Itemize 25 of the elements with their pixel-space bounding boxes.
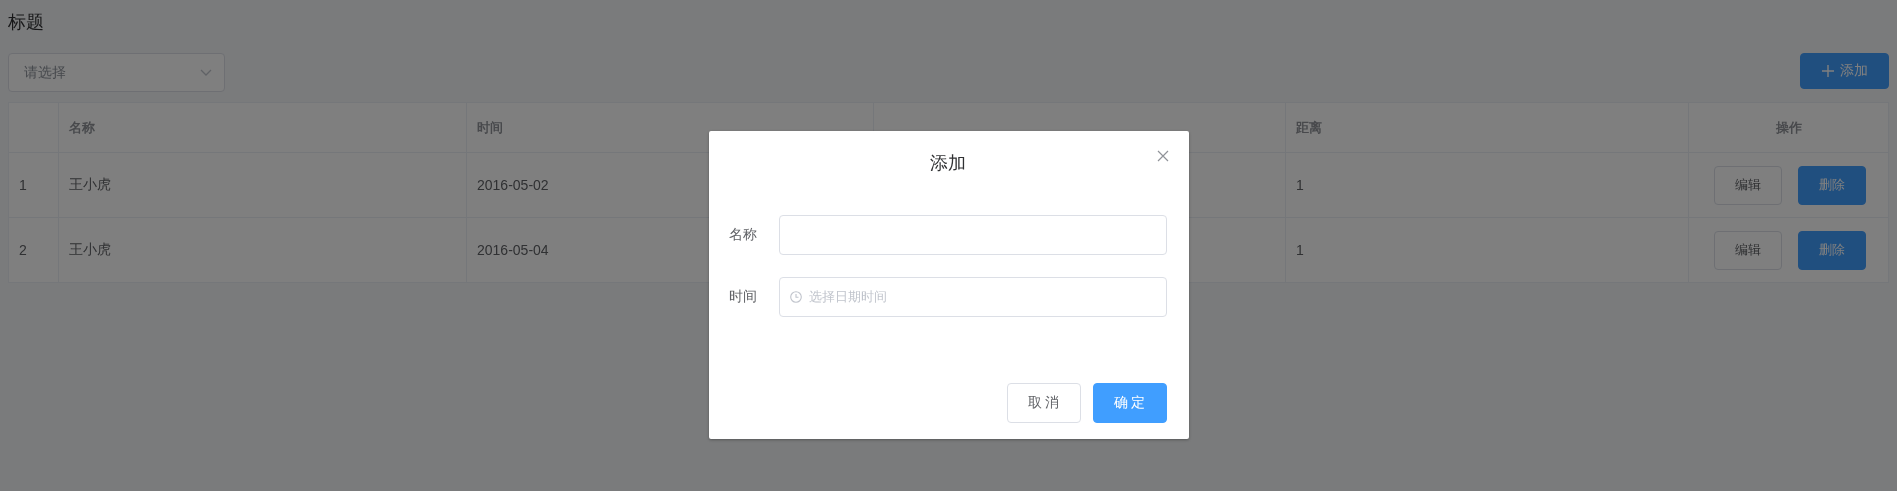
field-label: 时间 (728, 288, 758, 306)
table-cell: 2016-05-04 (477, 242, 549, 258)
plus-icon (1821, 65, 1834, 77)
table-cell: 王小虎 (69, 176, 111, 194)
cancel-button[interactable]: 取 消 (1006, 383, 1081, 423)
close-icon[interactable] (1156, 150, 1169, 162)
field-label: 名称 (728, 226, 758, 244)
edit-button[interactable]: 编辑 (1714, 230, 1782, 270)
delete-button[interactable]: 删除 (1798, 165, 1866, 205)
table-cell: 1 (19, 177, 27, 193)
table-cell: 1 (1296, 177, 1304, 193)
confirm-button[interactable]: 确 定 (1092, 383, 1167, 423)
table-cell: 王小虎 (69, 241, 111, 259)
add-button[interactable]: 添加 (1800, 53, 1889, 89)
delete-button[interactable]: 删除 (1798, 230, 1866, 270)
edit-button[interactable]: 编辑 (1714, 165, 1782, 205)
chevron-down-icon (200, 68, 212, 77)
table-cell: 1 (1296, 242, 1304, 258)
date-time-field[interactable]: 选择日期时间 (778, 277, 1167, 317)
table-cell: 2 (19, 242, 27, 258)
clock-icon (789, 291, 802, 303)
dialog-title: 添加 (929, 152, 966, 175)
input-field[interactable] (778, 215, 1167, 255)
table-cell: 2016-05-02 (477, 177, 549, 193)
page-title: 标题 (8, 11, 44, 34)
